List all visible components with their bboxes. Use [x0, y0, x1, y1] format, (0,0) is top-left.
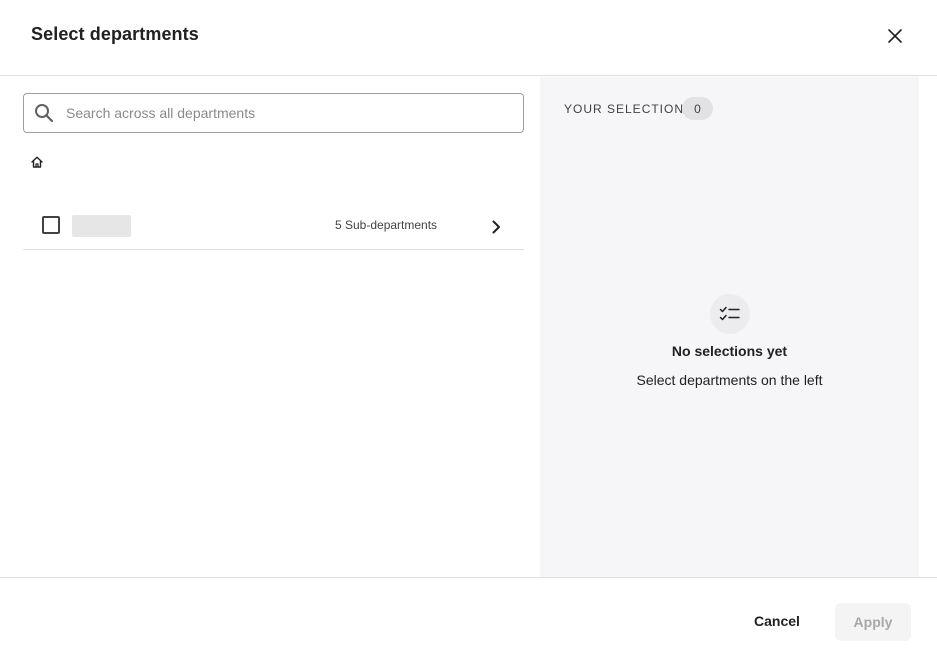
home-icon[interactable] — [30, 155, 44, 169]
search-icon — [35, 104, 54, 123]
search-input[interactable] — [66, 94, 506, 132]
department-row[interactable]: 5 Sub-departments — [23, 204, 524, 250]
selection-panel: YOUR SELECTION 0 No selections yet Selec… — [540, 77, 919, 577]
empty-state-icon-wrapper — [710, 294, 750, 334]
select-departments-dialog: Select departments Search across all dep… — [0, 0, 937, 661]
empty-state-title: No selections yet — [671, 343, 788, 359]
dialog-header: Select departments — [0, 0, 937, 76]
department-browser: 5 Sub-departments — [0, 77, 540, 577]
search-field[interactable] — [23, 93, 524, 133]
selection-count-badge: 0 — [682, 97, 713, 120]
empty-state-subtitle: Select departments on the left — [636, 372, 823, 388]
department-name-loading — [72, 215, 131, 237]
selection-label: YOUR SELECTION — [564, 102, 685, 116]
chevron-right-icon[interactable] — [486, 217, 506, 237]
checklist-icon — [719, 306, 740, 321]
department-checkbox[interactable] — [42, 216, 60, 234]
close-icon — [888, 29, 902, 43]
dialog-body: 5 Sub-departments YOUR SELECTION 0 No se… — [0, 77, 937, 577]
apply-button[interactable]: Apply — [835, 603, 911, 641]
dialog-footer: Cancel Apply — [0, 577, 937, 661]
cancel-button[interactable]: Cancel — [737, 603, 817, 639]
dialog-title: Select departments — [31, 24, 199, 44]
close-button[interactable] — [883, 24, 907, 48]
sub-department-count: 5 Sub-departments — [335, 218, 438, 232]
